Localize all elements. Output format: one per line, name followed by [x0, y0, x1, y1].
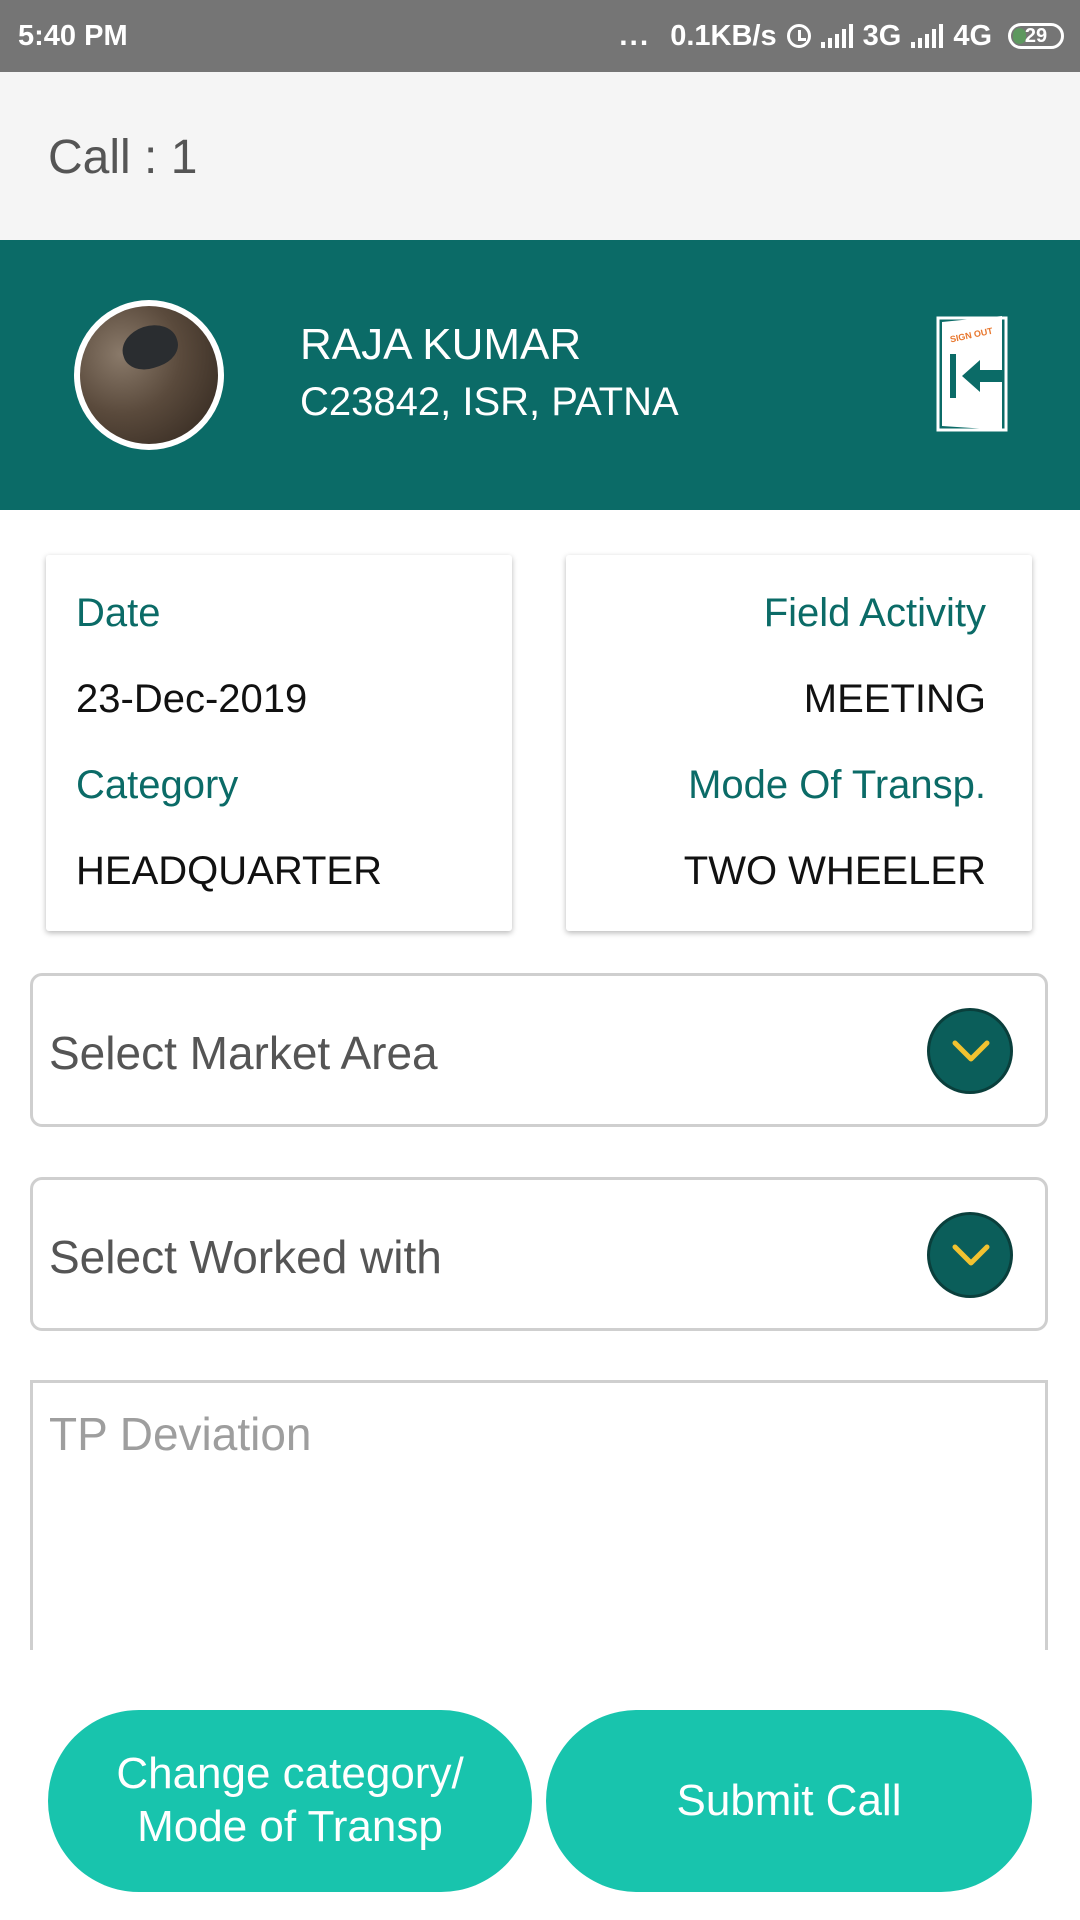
- info-card-left: Date 23-Dec-2019 Category HEADQUARTER: [46, 555, 512, 931]
- network-speed: 0.1KB/s: [670, 19, 777, 52]
- status-time: 5:40 PM: [18, 19, 128, 52]
- page-title: Call : 1: [48, 131, 198, 184]
- avatar-mouse-shape: [116, 318, 184, 376]
- field-activity-value: MEETING: [803, 677, 986, 721]
- mode-of-transport-label: Mode Of Transp.: [688, 763, 986, 807]
- mode-of-transport-value: TWO WHEELER: [683, 849, 986, 893]
- submit-call-button[interactable]: Submit Call: [546, 1710, 1032, 1892]
- app-bar: Call : 1: [0, 72, 1080, 240]
- change-category-button[interactable]: Change category/ Mode of Transp: [48, 1710, 532, 1892]
- alarm-icon: [786, 24, 811, 48]
- change-category-button-label: Change category/ Mode of Transp: [116, 1748, 463, 1854]
- more-notifications-icon: ...: [619, 19, 651, 52]
- sign-out-icon[interactable]: SIGN OUT: [936, 314, 1010, 432]
- field-activity-label: Field Activity: [763, 591, 986, 635]
- status-bar: 5:40 PM ... 0.1KB/s 3G 4G 29: [0, 0, 1080, 72]
- signal-icon: [820, 24, 853, 48]
- market-area-label: Select Market Area: [49, 1027, 438, 1079]
- avatar-photo: [80, 306, 218, 444]
- category-label: Category: [76, 763, 239, 807]
- status-indicators: ... 0.1KB/s 3G 4G 29: [619, 19, 1064, 53]
- network-type-1: 3G: [862, 19, 902, 52]
- tp-deviation-placeholder: TP Deviation: [49, 1408, 312, 1460]
- battery-level: 29: [1024, 24, 1048, 47]
- chevron-down-icon[interactable]: [927, 1212, 1013, 1298]
- profile-details: C23842, ISR, PATNA: [300, 380, 679, 424]
- tp-deviation-input[interactable]: TP Deviation: [30, 1380, 1048, 1650]
- market-area-select[interactable]: Select Market Area: [30, 973, 1048, 1127]
- profile-banner: RAJA KUMAR C23842, ISR, PATNA SIGN OUT: [0, 240, 1080, 510]
- info-card-right: Field Activity MEETING Mode Of Transp. T…: [566, 555, 1032, 931]
- date-value: 23-Dec-2019: [76, 677, 308, 721]
- battery-icon: 29: [1008, 23, 1064, 49]
- signal-icon: [911, 24, 944, 48]
- chevron-down-icon[interactable]: [927, 1008, 1013, 1094]
- category-value: HEADQUARTER: [76, 849, 382, 893]
- date-label: Date: [76, 591, 161, 635]
- worked-with-select[interactable]: Select Worked with: [30, 1177, 1048, 1331]
- worked-with-label: Select Worked with: [49, 1231, 442, 1283]
- profile-name: RAJA KUMAR: [300, 320, 582, 369]
- avatar[interactable]: [74, 300, 224, 450]
- network-type-2: 4G: [953, 19, 992, 52]
- change-category-line2: Mode of Transp: [137, 1802, 443, 1851]
- change-category-line1: Change category/: [116, 1749, 464, 1799]
